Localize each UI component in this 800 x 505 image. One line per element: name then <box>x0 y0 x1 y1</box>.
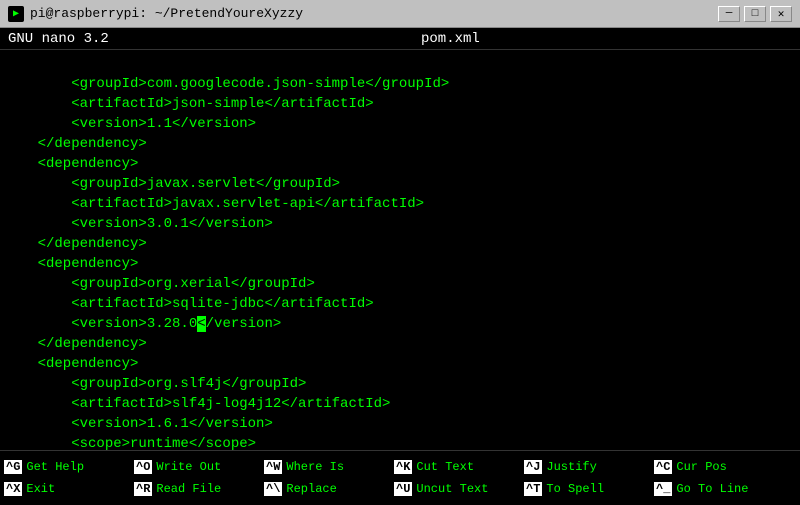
shortcut-label: Go To Line <box>676 482 748 496</box>
editor-line: <artifactId>slf4j-log4j12</artifactId> <box>0 394 800 414</box>
shortcut-label: Replace <box>286 482 336 496</box>
shortcut-item[interactable]: ^O Write Out <box>134 460 264 474</box>
editor-line: <version>3.28.0</version> <box>0 314 800 334</box>
shortcut-key: ^C <box>654 460 672 474</box>
editor-line: <version>1.6.1</version> <box>0 414 800 434</box>
editor-line: <dependency> <box>0 154 800 174</box>
shortcut-item[interactable]: ^K Cut Text <box>394 460 524 474</box>
shortcut-label: Justify <box>546 460 596 474</box>
editor-line: <dependency> <box>0 354 800 374</box>
footer-row-1: ^X Exit ^R Read File ^\ Replace ^U Uncut Text ^T… <box>0 482 800 496</box>
shortcut-label: Get Help <box>26 460 84 474</box>
title-bar: ▶ pi@raspberrypi: ~/PretendYoureXyzzy ─ … <box>0 0 800 28</box>
shortcut-item[interactable]: ^C Cur Pos <box>654 460 784 474</box>
shortcut-item[interactable]: ^W Where Is <box>264 460 394 474</box>
shortcut-label: Uncut Text <box>416 482 488 496</box>
shortcut-label: Write Out <box>156 460 221 474</box>
shortcut-item[interactable]: ^T To Spell <box>524 482 654 496</box>
text-cursor: < <box>197 316 205 332</box>
shortcut-label: Where Is <box>286 460 344 474</box>
editor-line: </dependency> <box>0 234 800 254</box>
shortcut-label: Exit <box>26 482 55 496</box>
editor-line: <version>1.1</version> <box>0 114 800 134</box>
shortcut-label: Read File <box>156 482 221 496</box>
maximize-button[interactable]: □ <box>744 6 766 22</box>
shortcut-key: ^R <box>134 482 152 496</box>
window-controls: ─ □ ✕ <box>718 6 792 22</box>
shortcut-item[interactable]: ^X Exit <box>4 482 134 496</box>
shortcut-item[interactable]: ^R Read File <box>134 482 264 496</box>
shortcut-key: ^K <box>394 460 412 474</box>
shortcut-label: Cut Text <box>416 460 474 474</box>
nano-header: GNU nano 3.2 pom.xml <box>0 28 800 50</box>
shortcut-key: ^O <box>134 460 152 474</box>
editor-line: <artifactId>json-simple</artifactId> <box>0 94 800 114</box>
shortcut-key: ^_ <box>654 482 672 496</box>
editor-line: <version>3.0.1</version> <box>0 214 800 234</box>
editor-area[interactable]: <groupId>com.googlecode.json-simple</gro… <box>0 50 800 450</box>
window-title: pi@raspberrypi: ~/PretendYoureXyzzy <box>30 6 303 21</box>
shortcut-key: ^X <box>4 482 22 496</box>
editor-line: <groupId>org.slf4j</groupId> <box>0 374 800 394</box>
shortcut-label: Cur Pos <box>676 460 726 474</box>
editor-line: </dependency> <box>0 134 800 154</box>
shortcut-key: ^W <box>264 460 282 474</box>
shortcut-item[interactable]: ^G Get Help <box>4 460 134 474</box>
shortcut-key: ^G <box>4 460 22 474</box>
shortcut-key: ^\ <box>264 482 282 496</box>
filename: pom.xml <box>421 31 480 47</box>
close-button[interactable]: ✕ <box>770 6 792 22</box>
editor-line: <groupId>org.xerial</groupId> <box>0 274 800 294</box>
footer-row-0: ^G Get Help ^O Write Out ^W Where Is ^K Cut Tex… <box>0 460 800 474</box>
shortcut-item[interactable]: ^U Uncut Text <box>394 482 524 496</box>
title-bar-left: ▶ pi@raspberrypi: ~/PretendYoureXyzzy <box>8 6 303 22</box>
shortcut-key: ^J <box>524 460 542 474</box>
editor-line: <groupId>javax.servlet</groupId> <box>0 174 800 194</box>
shortcut-item[interactable]: ^\ Replace <box>264 482 394 496</box>
shortcut-item[interactable]: ^_ Go To Line <box>654 482 784 496</box>
shortcut-item[interactable]: ^J Justify <box>524 460 654 474</box>
editor-line: <artifactId>javax.servlet-api</artifactI… <box>0 194 800 214</box>
footer-shortcuts: ^G Get Help ^O Write Out ^W Where Is ^K Cut Tex… <box>0 450 800 505</box>
nano-version: GNU nano 3.2 <box>8 31 109 47</box>
editor-line: </dependency> <box>0 334 800 354</box>
editor-line: <artifactId>sqlite-jdbc</artifactId> <box>0 294 800 314</box>
editor-line: <groupId>com.googlecode.json-simple</gro… <box>0 74 800 94</box>
shortcut-label: To Spell <box>546 482 604 496</box>
editor-line: <scope>runtime</scope> <box>0 434 800 450</box>
shortcut-key: ^U <box>394 482 412 496</box>
editor-line: <dependency> <box>0 254 800 274</box>
shortcut-key: ^T <box>524 482 542 496</box>
terminal-icon: ▶ <box>8 6 24 22</box>
minimize-button[interactable]: ─ <box>718 6 740 22</box>
